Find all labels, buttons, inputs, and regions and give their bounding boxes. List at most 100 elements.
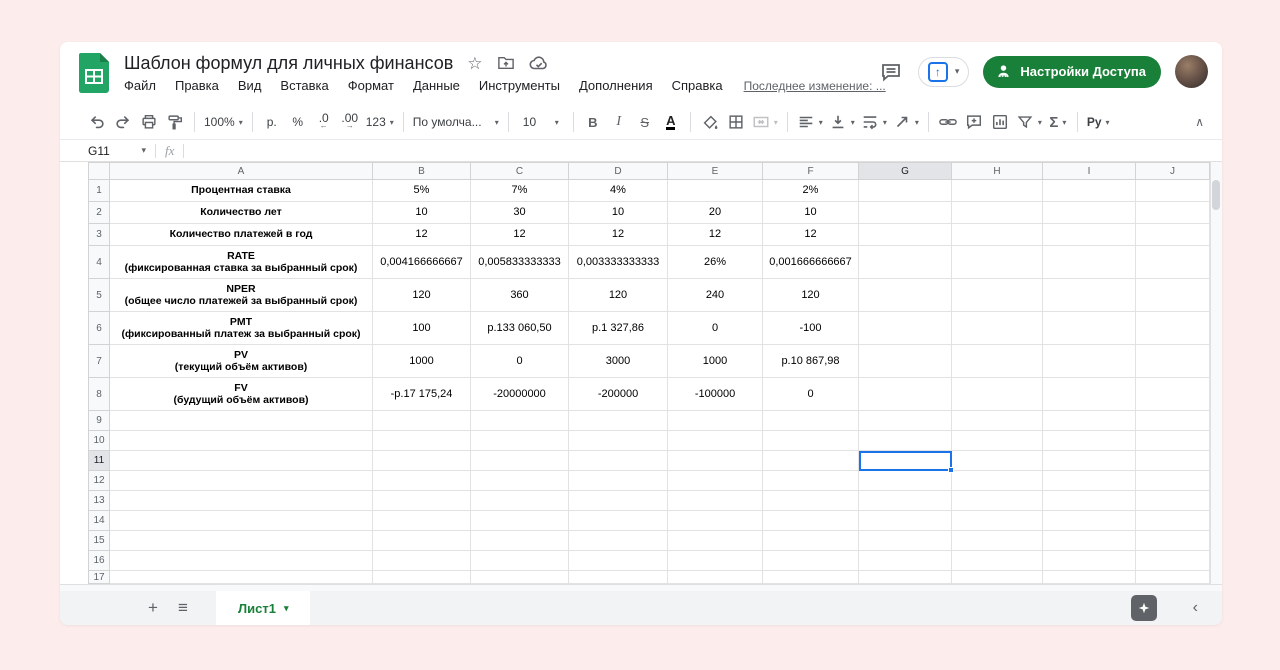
cell-I17[interactable]: [1043, 571, 1136, 584]
grid-corner[interactable]: [88, 162, 110, 180]
cell-A11[interactable]: [110, 451, 373, 471]
cell-D9[interactable]: [569, 411, 668, 431]
cell-A7[interactable]: PV(текущий объём активов): [110, 345, 373, 378]
cell-D15[interactable]: [569, 531, 668, 551]
cell-J11[interactable]: [1136, 451, 1210, 471]
fill-handle[interactable]: [948, 467, 954, 473]
cell-D5[interactable]: 120: [569, 279, 668, 312]
cell-F17[interactable]: [763, 571, 859, 584]
row-header-15[interactable]: 15: [88, 531, 110, 551]
row-header-4[interactable]: 4: [88, 246, 110, 279]
column-header-F[interactable]: F: [763, 162, 859, 180]
cell-I10[interactable]: [1043, 431, 1136, 451]
cell-H5[interactable]: [952, 279, 1043, 312]
cell-J1[interactable]: [1136, 180, 1210, 202]
cell-F14[interactable]: [763, 511, 859, 531]
show-side-panel-icon[interactable]: ‹: [1193, 599, 1198, 617]
cell-G16[interactable]: [859, 551, 952, 571]
cell-J13[interactable]: [1136, 491, 1210, 511]
row-header-1[interactable]: 1: [88, 180, 110, 202]
cell-A3[interactable]: Количество платежей в год: [110, 224, 373, 246]
cell-J3[interactable]: [1136, 224, 1210, 246]
cell-H8[interactable]: [952, 378, 1043, 411]
cell-E4[interactable]: 26%: [668, 246, 763, 279]
cell-B3[interactable]: 12: [373, 224, 471, 246]
cell-D3[interactable]: 12: [569, 224, 668, 246]
vertical-scrollbar[interactable]: [1210, 162, 1222, 584]
cell-E2[interactable]: 20: [668, 202, 763, 224]
cell-E8[interactable]: -100000: [668, 378, 763, 411]
cell-E5[interactable]: 240: [668, 279, 763, 312]
cell-C6[interactable]: р.133 060,50: [471, 312, 569, 345]
cell-F8[interactable]: 0: [763, 378, 859, 411]
cell-B16[interactable]: [373, 551, 471, 571]
cell-E6[interactable]: 0: [668, 312, 763, 345]
cell-A16[interactable]: [110, 551, 373, 571]
cell-J15[interactable]: [1136, 531, 1210, 551]
cell-B17[interactable]: [373, 571, 471, 584]
cell-H17[interactable]: [952, 571, 1043, 584]
cell-H2[interactable]: [952, 202, 1043, 224]
cell-G7[interactable]: [859, 345, 952, 378]
cell-F10[interactable]: [763, 431, 859, 451]
cell-D12[interactable]: [569, 471, 668, 491]
cell-A1[interactable]: Процентная ставка: [110, 180, 373, 202]
cell-H15[interactable]: [952, 531, 1043, 551]
cell-D14[interactable]: [569, 511, 668, 531]
cell-B7[interactable]: 1000: [373, 345, 471, 378]
cell-H14[interactable]: [952, 511, 1043, 531]
cell-G13[interactable]: [859, 491, 952, 511]
cell-J16[interactable]: [1136, 551, 1210, 571]
cell-I7[interactable]: [1043, 345, 1136, 378]
cell-J4[interactable]: [1136, 246, 1210, 279]
cell-F16[interactable]: [763, 551, 859, 571]
cell-J14[interactable]: [1136, 511, 1210, 531]
cell-I3[interactable]: [1043, 224, 1136, 246]
cell-A15[interactable]: [110, 531, 373, 551]
explore-button[interactable]: [1131, 595, 1157, 621]
cell-J6[interactable]: [1136, 312, 1210, 345]
cell-B9[interactable]: [373, 411, 471, 431]
row-header-12[interactable]: 12: [88, 471, 110, 491]
column-header-E[interactable]: E: [668, 162, 763, 180]
cell-G15[interactable]: [859, 531, 952, 551]
cell-E7[interactable]: 1000: [668, 345, 763, 378]
cell-D7[interactable]: 3000: [569, 345, 668, 378]
cell-G4[interactable]: [859, 246, 952, 279]
cell-B14[interactable]: [373, 511, 471, 531]
cell-F2[interactable]: 10: [763, 202, 859, 224]
cell-E17[interactable]: [668, 571, 763, 584]
cell-C7[interactable]: 0: [471, 345, 569, 378]
cell-I16[interactable]: [1043, 551, 1136, 571]
cell-C2[interactable]: 30: [471, 202, 569, 224]
cell-D6[interactable]: р.1 327,86: [569, 312, 668, 345]
cell-H11[interactable]: [952, 451, 1043, 471]
cell-J5[interactable]: [1136, 279, 1210, 312]
column-header-G[interactable]: G: [859, 162, 952, 180]
cell-I5[interactable]: [1043, 279, 1136, 312]
cell-E1[interactable]: [668, 180, 763, 202]
cell-E15[interactable]: [668, 531, 763, 551]
cell-H6[interactable]: [952, 312, 1043, 345]
cell-F1[interactable]: 2%: [763, 180, 859, 202]
column-header-B[interactable]: B: [373, 162, 471, 180]
cell-C3[interactable]: 12: [471, 224, 569, 246]
cell-I13[interactable]: [1043, 491, 1136, 511]
cell-A14[interactable]: [110, 511, 373, 531]
cell-F6[interactable]: -100: [763, 312, 859, 345]
column-header-C[interactable]: C: [471, 162, 569, 180]
cell-B11[interactable]: [373, 451, 471, 471]
cell-J17[interactable]: [1136, 571, 1210, 584]
cell-G11[interactable]: [859, 451, 952, 471]
cell-D4[interactable]: 0,003333333333: [569, 246, 668, 279]
cell-F5[interactable]: 120: [763, 279, 859, 312]
row-header-10[interactable]: 10: [88, 431, 110, 451]
cell-E14[interactable]: [668, 511, 763, 531]
cell-I6[interactable]: [1043, 312, 1136, 345]
cell-I8[interactable]: [1043, 378, 1136, 411]
cell-I9[interactable]: [1043, 411, 1136, 431]
cell-E9[interactable]: [668, 411, 763, 431]
cell-E11[interactable]: [668, 451, 763, 471]
cell-J2[interactable]: [1136, 202, 1210, 224]
cell-E3[interactable]: 12: [668, 224, 763, 246]
